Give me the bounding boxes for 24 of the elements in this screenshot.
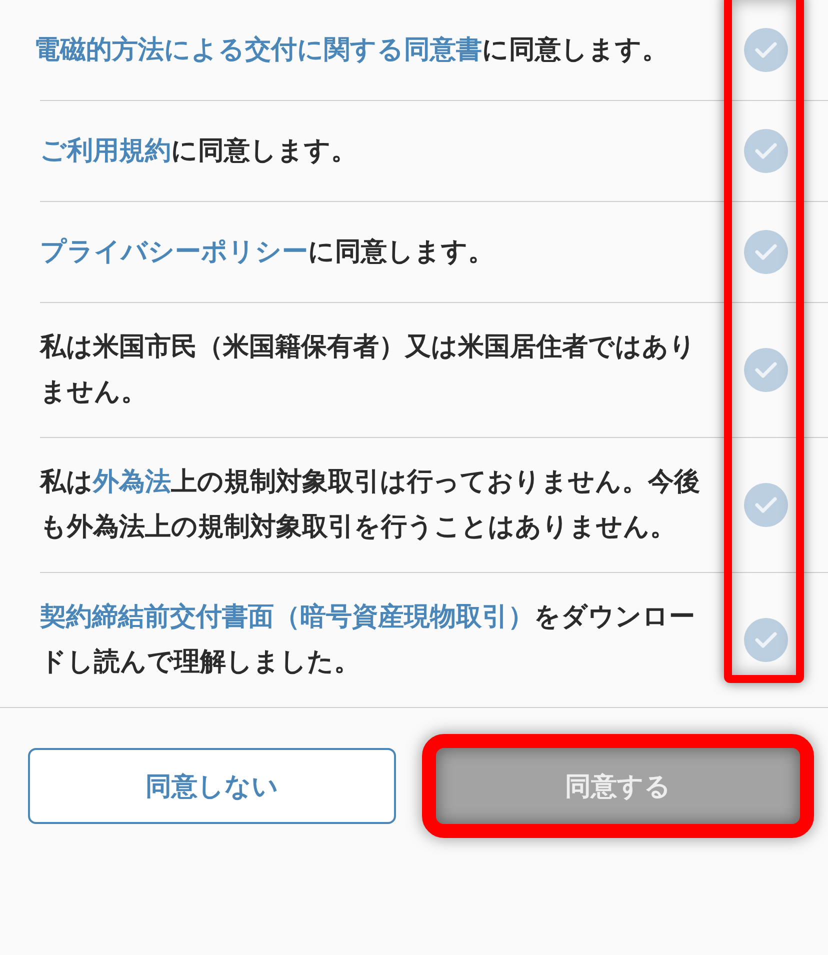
- document-link[interactable]: 外為法: [93, 467, 171, 497]
- disagree-button[interactable]: 同意しない: [28, 748, 396, 824]
- checkmark-icon: [754, 142, 778, 160]
- checkmark-icon: [754, 496, 778, 514]
- checkmark-icon: [754, 631, 778, 649]
- checkmark-icon: [754, 361, 778, 379]
- document-link[interactable]: 契約締結前交付書面（暗号資産現物取引）: [40, 602, 534, 632]
- checkbox[interactable]: [744, 230, 788, 274]
- document-link[interactable]: プライバシーポリシー: [40, 236, 308, 266]
- checkbox[interactable]: [744, 348, 788, 392]
- document-link[interactable]: ご利用規約: [40, 136, 171, 166]
- document-link[interactable]: 電磁的方法による交付に関する同意書: [34, 34, 482, 64]
- agreement-text: 契約締結前交付書面（暗号資産現物取引）をダウンロードし読んで理解しました。: [40, 601, 696, 679]
- agreement-text: 私は米国市民（米国籍保有者）又は米国居住者ではありません。: [40, 331, 697, 409]
- checkmark-icon: [754, 243, 778, 261]
- checkbox[interactable]: [744, 483, 788, 527]
- agreement-text: 私は外為法上の規制対象取引は行っておりません。今後も外為法上の規制対象取引を行うことはありません。: [40, 466, 701, 544]
- checkbox[interactable]: [744, 28, 788, 72]
- agreement-text: プライバシーポリシーに同意します。: [40, 236, 495, 268]
- checkmark-icon: [754, 41, 778, 59]
- agreement-text: ご利用規約に同意します。: [40, 134, 358, 168]
- checkbox[interactable]: [744, 129, 788, 173]
- checkbox[interactable]: [744, 618, 788, 662]
- agreement-text: 電磁的方法による交付に関する同意書に同意します。: [34, 34, 669, 66]
